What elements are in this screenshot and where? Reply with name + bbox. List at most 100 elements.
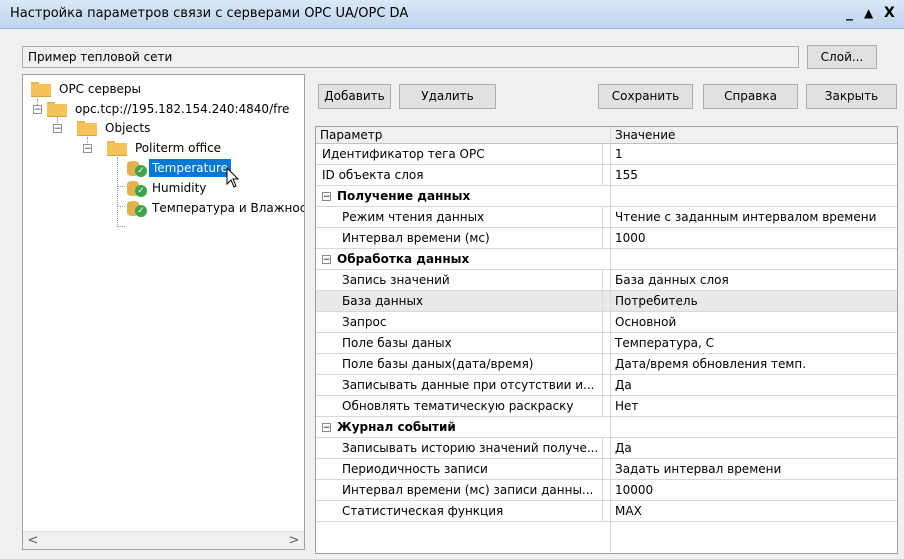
grid-property-row[interactable]: Периодичность записи Задать интервал врем… [316,459,897,480]
grid-property-row[interactable]: Режим чтения данных Чтение с заданным инт… [316,207,897,228]
layer-name-value: Пример тепловой сети [28,50,173,64]
save-button[interactable]: Сохранить [598,84,693,109]
tree-server-label: opc.tcp://195.182.154.240:4840/fre [75,102,290,116]
property-name: Статистическая функция [316,501,603,521]
category-label: − Получение данных [316,186,897,206]
grid-property-row[interactable]: ID объекта слоя 155 [316,165,897,186]
tree-tag-label: Humidity [152,181,207,195]
row-name-text: Записывать историю значений получе... [342,441,599,455]
category-label: − Обработка данных [316,249,897,269]
close-window-button[interactable]: X [884,4,895,22]
collapse-politerm-icon[interactable]: − [83,144,92,154]
property-value[interactable]: Да [611,438,897,458]
property-name: База данных [316,291,603,311]
grid-category-row[interactable]: − Обработка данных [316,249,897,270]
maximize-button[interactable]: ▲ [864,4,873,22]
property-name: ID объекта слоя [316,165,603,185]
folder-icon [77,121,97,136]
property-value[interactable]: Да [611,375,897,395]
row-name-text: Получение данных [337,189,471,203]
property-value[interactable]: Температура, С [611,333,897,353]
help-button[interactable]: Справка [703,84,798,109]
tag-ok-icon: ✓ [125,179,149,197]
row-name-text: Поле базы даных(дата/время) [342,357,534,371]
property-name: Обновлять тематическую раскраску [316,396,603,416]
grid-property-row[interactable]: Идентификатор тега OPC 1 [316,144,897,165]
row-name-text: Обновлять тематическую раскраску [342,399,574,413]
grid-header: Параметр Значение [316,127,897,144]
grid-property-row[interactable]: Интервал времени (мс) 1000 [316,228,897,249]
property-value[interactable]: Основной [611,312,897,332]
row-name-text: Интервал времени (мс) [342,231,490,245]
collapse-category-icon[interactable]: − [322,423,331,433]
scroll-right-icon[interactable]: > [286,533,302,548]
tree-horizontal-scrollbar[interactable]: < > [23,531,304,549]
grid-property-row[interactable]: Поле базы даных(дата/время) Дата/время об… [316,354,897,375]
collapse-objects-icon[interactable]: − [53,124,62,134]
tag-ok-icon: ✓ [125,159,149,177]
property-name: Идентификатор тега OPC [316,144,603,164]
grid-property-row[interactable]: База данных Потребитель [316,291,897,312]
folder-icon [107,141,127,156]
property-name: Интервал времени (мс) записи данны... [316,480,603,500]
tag-ok-icon: ✓ [125,199,149,217]
row-name-text: Обработка данных [337,252,470,266]
row-name-text: Статистическая функция [342,504,504,518]
category-label: − Журнал событий [316,417,897,437]
row-name-text: ID объекта слоя [322,168,424,182]
row-name-text: Запись значений [342,273,450,287]
property-value[interactable]: 1 [611,144,897,164]
property-value[interactable]: База данных слоя [611,270,897,290]
tree-objects-label: Objects [105,121,151,135]
property-value[interactable]: 1000 [611,228,897,248]
row-name-text: Идентификатор тега OPC [322,147,485,161]
property-value[interactable]: 10000 [611,480,897,500]
collapse-server-icon[interactable]: − [33,105,42,115]
scroll-left-icon[interactable]: < [25,533,41,548]
grid-property-row[interactable]: Поле базы даных Температура, С [316,333,897,354]
grid-column-value: Значение [615,128,676,142]
mouse-cursor-icon [226,167,240,188]
property-name: Записывать данные при отсутствии и... [316,375,603,395]
collapse-category-icon[interactable]: − [322,192,331,202]
layer-button[interactable]: Слой... [807,45,877,69]
grid-category-row[interactable]: − Журнал событий [316,417,897,438]
row-name-text: Журнал событий [337,420,456,434]
grid-property-row[interactable]: Запрос Основной [316,312,897,333]
property-value[interactable]: Задать интервал времени [611,459,897,479]
grid-property-row[interactable]: Интервал времени (мс) записи данны... 100… [316,480,897,501]
property-name: Поле базы даных [316,333,603,353]
tree-root-label: OPC серверы [59,82,142,96]
title-bar: Настройка параметров связи с серверами O… [0,0,904,29]
layer-name-field[interactable]: Пример тепловой сети [22,46,799,68]
row-name-text: База данных [342,294,424,308]
delete-button[interactable]: Удалить [399,84,496,109]
opc-server-tree[interactable]: OPC серверы − opc.tcp://195.182.154.240:… [22,74,305,550]
tree-line [117,186,125,187]
property-value[interactable]: Потребитель [611,291,897,311]
tree-line [117,206,125,207]
property-name: Запись значений [316,270,603,290]
grid-category-row[interactable]: − Получение данных [316,186,897,207]
property-name: Записывать историю значений получе... [316,438,603,458]
minimize-button[interactable]: _ [846,4,853,22]
property-value[interactable]: Нет [611,396,897,416]
grid-property-row[interactable]: Запись значений База данных слоя [316,270,897,291]
property-grid[interactable]: Параметр Значение Идентификатор тега OPC… [315,126,898,554]
property-name: Режим чтения данных [316,207,603,227]
property-value[interactable]: 155 [611,165,897,185]
row-name-text: Запрос [342,315,387,329]
grid-column-param: Параметр [320,128,383,142]
collapse-category-icon[interactable]: − [322,255,331,265]
grid-property-row[interactable]: Обновлять тематическую раскраску Нет [316,396,897,417]
add-button[interactable]: Добавить [318,84,391,109]
grid-property-row[interactable]: Записывать историю значений получе... Да [316,438,897,459]
folder-icon [31,82,51,97]
property-value[interactable]: MAX [611,501,897,521]
property-value[interactable]: Дата/время обновления темп. [611,354,897,374]
tree-line [117,157,118,227]
grid-property-row[interactable]: Статистическая функция MAX [316,501,897,522]
property-value[interactable]: Чтение с заданным интервалом времени [611,207,897,227]
close-button[interactable]: Закрыть [806,84,897,109]
grid-property-row[interactable]: Записывать данные при отсутствии и... Да [316,375,897,396]
